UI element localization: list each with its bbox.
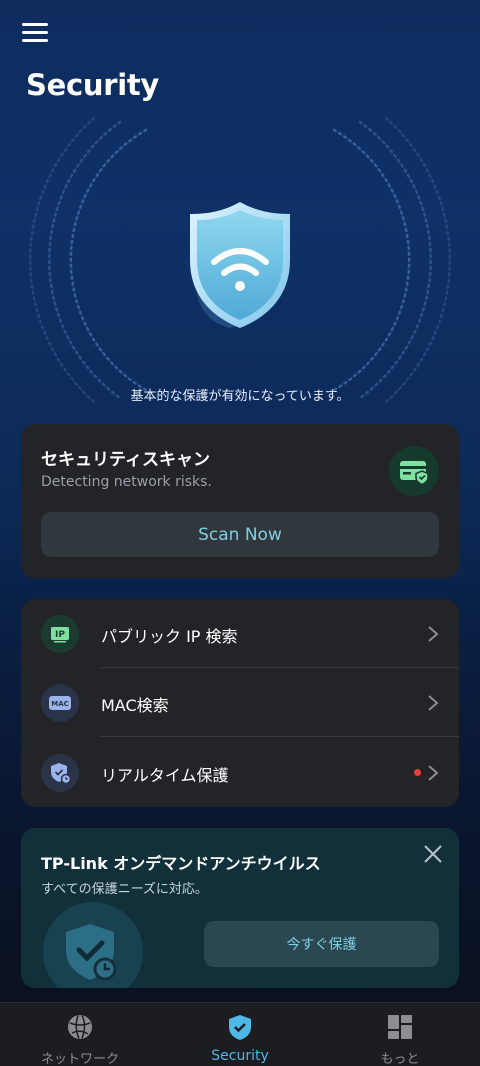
public-ip-lookup-row[interactable]: IP パブリック IP 検索 <box>21 599 459 668</box>
realtime-protection-row[interactable]: リアルタイム保護 <box>21 738 459 807</box>
chevron-right-icon <box>428 765 439 781</box>
promo-title: TP-Link オンデマンドアンチウイルス <box>41 854 321 873</box>
tab-network-label: ネットワーク <box>40 1052 119 1066</box>
mac-lookup-label: MAC検索 <box>101 696 169 715</box>
protection-status-text: 基本的な保護が有効になっています。 <box>130 389 350 404</box>
shield-clock-icon <box>41 754 79 792</box>
ip-icon: IP <box>41 615 79 653</box>
scan-now-button[interactable]: Scan Now <box>41 512 439 557</box>
scan-card-icon <box>389 446 439 496</box>
antivirus-promo-card: TP-Link オンデマンドアンチウイルス すべての保護ニーズに対応。 今すぐ保… <box>21 828 459 988</box>
mac-icon: MAC <box>41 684 79 722</box>
antivirus-shield-icon <box>43 902 143 988</box>
realtime-protection-label: リアルタイム保護 <box>101 766 229 785</box>
grid-icon <box>388 1015 412 1039</box>
tab-more[interactable]: もっと <box>320 1003 480 1066</box>
tab-security[interactable]: Security <box>160 1003 320 1066</box>
close-icon[interactable] <box>421 842 445 866</box>
page-title: Security <box>26 68 159 102</box>
mac-badge-text: MAC <box>51 700 69 708</box>
chevron-right-icon <box>428 695 439 711</box>
security-status-hero <box>0 110 480 410</box>
mac-lookup-row[interactable]: MAC MAC検索 <box>21 668 459 737</box>
scan-card-subtitle: Detecting network risks. <box>41 474 212 490</box>
alert-dot <box>414 769 421 776</box>
tab-network[interactable]: ネットワーク <box>0 1003 160 1066</box>
scan-card-title: セキュリティスキャン <box>41 450 210 470</box>
security-scan-card: セキュリティスキャン Detecting network risks. Scan… <box>21 424 459 578</box>
public-ip-lookup-label: パブリック IP 検索 <box>101 627 238 646</box>
divider <box>101 736 459 737</box>
tools-list-card: IP パブリック IP 検索 MAC MAC検索 リアルタイム保護 <box>21 599 459 807</box>
chevron-right-icon <box>428 626 439 642</box>
protect-now-button[interactable]: 今すぐ保護 <box>204 921 439 967</box>
tab-security-label: Security <box>211 1048 269 1064</box>
tab-more-label: もっと <box>380 1052 420 1066</box>
ip-badge-text: IP <box>55 630 65 640</box>
shield-check-icon <box>229 1015 251 1040</box>
hamburger-menu-icon[interactable] <box>22 22 50 44</box>
radar-rings-graphic <box>28 116 452 404</box>
globe-icon <box>68 1015 92 1039</box>
shield-wifi-icon <box>190 202 290 328</box>
promo-subtitle: すべての保護ニーズに対応。 <box>41 882 208 897</box>
bottom-tab-bar: ネットワーク Security もっと <box>0 1002 480 1066</box>
